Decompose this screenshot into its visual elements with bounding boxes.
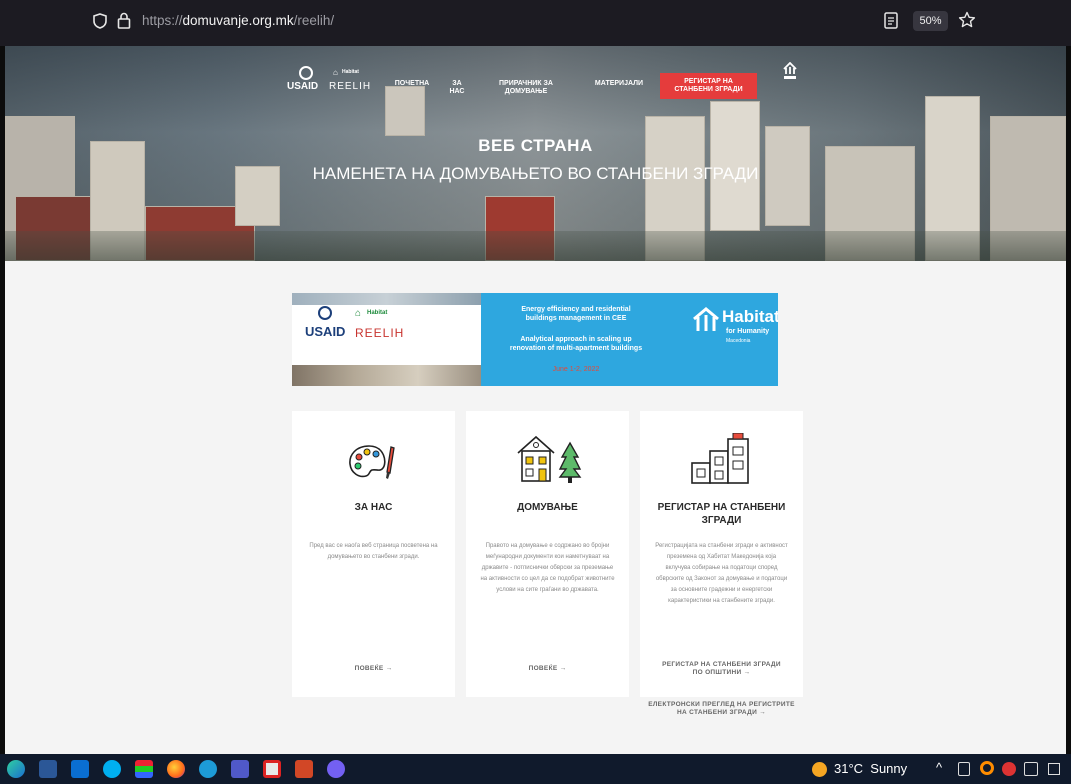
banner-line: renovation of multi-apartment buildings xyxy=(509,345,643,352)
banner-humanity-text: for Humanity xyxy=(726,328,770,335)
firefox-icon[interactable] xyxy=(167,760,185,778)
banner-left-panel: USAID ⌂ Habitat REELIH xyxy=(292,293,481,386)
nav-label: ПРИРАЧНИК ЗА xyxy=(499,80,553,87)
electronic-register-link[interactable]: ЕЛЕКТРОНСКИ ПРЕГЛЕД НА РЕГИСТРИТЕ НА СТА… xyxy=(640,701,803,717)
edge-icon[interactable] xyxy=(7,760,25,778)
banner-line: buildings management in CEE xyxy=(525,315,627,322)
habitat-logo-icon[interactable] xyxy=(783,61,797,80)
nav-item-materials[interactable]: МАТЕРИЈАЛИ xyxy=(589,80,649,88)
card-title: РЕГИСТАР НА СТАНБЕНИ ЗГРАДИ xyxy=(640,501,803,527)
teams-icon[interactable] xyxy=(231,760,249,778)
habitat-logo-icon xyxy=(692,307,720,333)
network-tray-icon[interactable] xyxy=(1048,763,1060,775)
sun-icon xyxy=(812,762,827,777)
card-description: Пред вас се наоѓа веб страница посветена… xyxy=(309,543,438,560)
nav-item-home[interactable]: ПОЧЕТНА xyxy=(389,80,435,88)
conference-banner[interactable]: USAID ⌂ Habitat REELIH Energy efficiency… xyxy=(292,293,778,386)
browser-toolbar: https://domuvanje.org.mk/reelih/ 50% xyxy=(0,0,1071,46)
hero-section: USAID ⌂ Habitat REELIH ПОЧЕТНА ЗА НАС ПР… xyxy=(5,46,1066,261)
nav-label: МАТЕРИЈАЛИ xyxy=(594,80,644,87)
url-path: /reelih/ xyxy=(293,13,335,28)
reader-view-icon[interactable] xyxy=(884,12,898,29)
reelih-text: REELIH xyxy=(329,81,372,92)
taskbar: 31°C Sunny ^ xyxy=(0,754,1071,784)
banner-habitat-text: Habitat xyxy=(722,307,778,326)
zoom-badge[interactable]: 50% xyxy=(913,11,948,31)
more-link-label: ПОВЕЌЕ → xyxy=(528,665,567,672)
word-icon[interactable] xyxy=(39,760,57,778)
acrobat-icon[interactable] xyxy=(263,760,281,778)
banner-date: June 1-2, 2022 xyxy=(552,366,600,373)
cta-label: РЕГИСТАР НА xyxy=(684,78,733,85)
shield-icon[interactable] xyxy=(93,13,107,29)
url-bar[interactable]: https://domuvanje.org.mk/reelih/ xyxy=(142,12,334,30)
viber-icon[interactable] xyxy=(327,760,345,778)
buildings-icon xyxy=(688,432,758,485)
habitat-house-icon: ⌂ xyxy=(333,68,338,77)
cta-label-2: СТАНБЕНИ ЗГРАДИ xyxy=(674,86,743,93)
card-title: ЗА НАС xyxy=(292,501,455,514)
nav-label-2: НАС xyxy=(449,88,465,95)
nav-label: ПОЧЕТНА xyxy=(394,80,430,87)
card-description: Регистрацијата на станбени згради е акти… xyxy=(655,543,788,604)
banner-reelih-text: REELIH xyxy=(355,326,405,340)
link-label: РЕГИСТАР НА СТАНБЕНИ ЗГРАДИ xyxy=(662,661,781,668)
register-cta-button[interactable]: РЕГИСТАР НА СТАНБЕНИ ЗГРАДИ xyxy=(660,73,757,99)
usaid-seal-icon xyxy=(299,66,313,80)
more-link-label: ПОВЕЌЕ → xyxy=(354,665,393,672)
tray-icon[interactable] xyxy=(958,762,970,776)
usaid-seal-icon xyxy=(318,306,332,320)
bookmark-star-icon[interactable] xyxy=(958,11,976,29)
banner-line: Energy efficiency and residential xyxy=(521,306,631,313)
banner-habitat-small: Habitat xyxy=(367,310,388,316)
url-scheme: https:// xyxy=(142,13,183,28)
banner-usaid-text: USAID xyxy=(305,324,346,339)
nav-label: ЗА xyxy=(452,80,462,87)
web-page: USAID ⌂ Habitat REELIH ПОЧЕТНА ЗА НАС ПР… xyxy=(5,46,1066,754)
hero-title: ВЕБ СТРАНА xyxy=(478,136,593,155)
house-tree-icon xyxy=(514,431,584,485)
banner-heading: Energy efficiency and residential buildi… xyxy=(481,305,671,323)
habitat-house-icon: ⌂ xyxy=(355,308,362,319)
reelih-logo[interactable]: ⌂ Habitat REELIH xyxy=(329,68,372,94)
url-domain: domuvanje.org.mk xyxy=(182,13,294,28)
notification-tray-icon[interactable] xyxy=(1024,762,1038,776)
link-label-2: ПО ОПШТИНИ → xyxy=(692,669,751,676)
nav-label-2: ДОМУВАЊЕ xyxy=(504,88,548,95)
link-label: ЕЛЕКТРОНСКИ ПРЕГЛЕД НА РЕГИСТРИТЕ xyxy=(648,701,795,708)
card-title-line: РЕГИСТАР НА СТАНБЕНИ xyxy=(657,502,786,513)
habitat-small-text: Habitat xyxy=(342,69,359,75)
chevron-up-icon[interactable]: ^ xyxy=(936,760,942,775)
card-register: РЕГИСТАР НА СТАНБЕНИ ЗГРАДИ Регистрација… xyxy=(640,411,803,697)
banner-line: Analytical approach in scaling up xyxy=(520,336,632,343)
powerpoint-icon[interactable] xyxy=(295,760,313,778)
more-link[interactable]: ПОВЕЌЕ → xyxy=(466,665,629,673)
card-description: Правото на домување е содржано во бројни… xyxy=(480,543,615,593)
search-tray-icon[interactable] xyxy=(980,761,994,775)
card-title-line: ЗА НАС xyxy=(354,502,393,513)
usaid-logo[interactable]: USAID xyxy=(287,66,327,94)
usaid-logo-text: USAID xyxy=(287,81,319,92)
card-title-line: ДОМУВАЊЕ xyxy=(517,502,578,513)
card-title: ДОМУВАЊЕ xyxy=(466,501,629,514)
security-tray-icon[interactable] xyxy=(1002,762,1016,776)
app-icon[interactable] xyxy=(135,760,153,778)
nav-item-about[interactable]: ЗА НАС xyxy=(447,80,467,96)
more-link[interactable]: ПОВЕЌЕ → xyxy=(292,665,455,673)
outlook-icon[interactable] xyxy=(71,760,89,778)
link-label-2: НА СТАНБЕНИ ЗГРАДИ → xyxy=(677,709,766,716)
banner-country-text: Macedonia xyxy=(726,338,751,344)
palette-icon xyxy=(347,443,399,483)
hero-subtitle: НАМЕНЕТА НА ДОМУВАЊЕТО ВО СТАНБЕНИ ЗГРАД… xyxy=(312,164,759,183)
skype-icon[interactable] xyxy=(103,760,121,778)
lock-icon[interactable] xyxy=(117,12,131,29)
card-title-line-2: ЗГРАДИ xyxy=(701,515,742,526)
banner-subheading: Analytical approach in scaling up renova… xyxy=(481,335,671,353)
nav-item-handbook[interactable]: ПРИРАЧНИК ЗА ДОМУВАЊЕ xyxy=(495,80,557,96)
card-housing: ДОМУВАЊЕ Правото на домување е содржано … xyxy=(466,411,629,697)
weather-text[interactable]: 31°C Sunny xyxy=(834,761,907,776)
register-by-municipality-link[interactable]: РЕГИСТАР НА СТАНБЕНИ ЗГРАДИ ПО ОПШТИНИ → xyxy=(640,661,803,677)
webex-icon[interactable] xyxy=(199,760,217,778)
card-about: ЗА НАС Пред вас се наоѓа веб страница по… xyxy=(292,411,455,697)
